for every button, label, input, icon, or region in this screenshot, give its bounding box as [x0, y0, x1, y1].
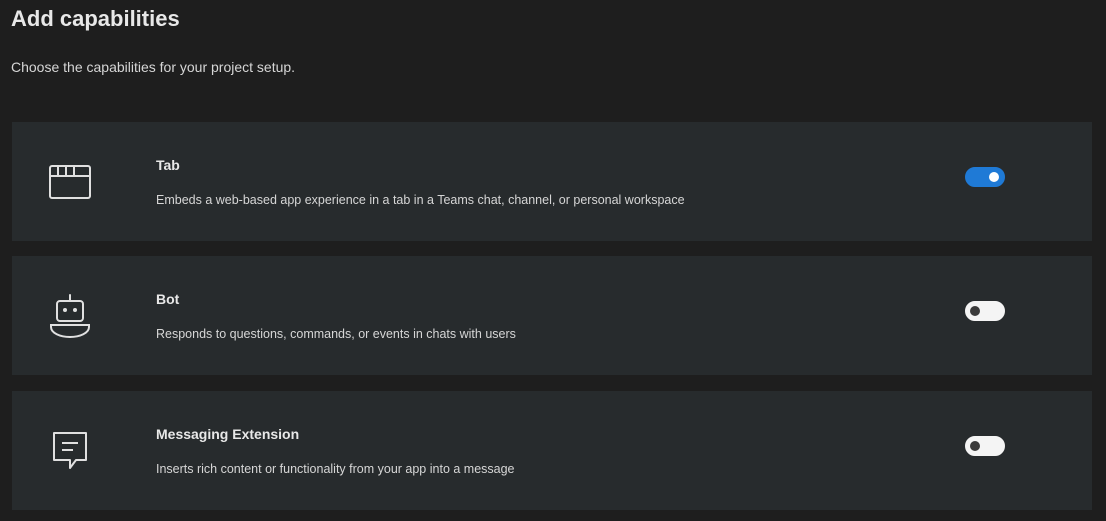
page-subtitle: Choose the capabilities for your project…: [11, 59, 296, 75]
capability-title-messaging-extension: Messaging Extension: [156, 426, 300, 442]
message-icon: [46, 427, 94, 475]
tab-icon: [46, 158, 94, 206]
add-capabilities-page: Add capabilities Choose the capabilities…: [0, 0, 1106, 521]
toggle-knob: [989, 172, 999, 182]
toggle-knob: [970, 441, 980, 451]
page-title: Add capabilities: [11, 6, 180, 31]
capability-card-messaging-extension: Messaging Extension Inserts rich content…: [12, 391, 1092, 510]
capability-description-bot: Responds to questions, commands, or even…: [156, 327, 516, 341]
bot-toggle[interactable]: [965, 301, 1005, 321]
capability-description-tab: Embeds a web-based app experience in a t…: [156, 193, 685, 207]
capability-title-tab: Tab: [156, 157, 180, 173]
capability-description-messaging-extension: Inserts rich content or functionality fr…: [156, 462, 515, 476]
capability-card-bot: Bot Responds to questions, commands, or …: [12, 256, 1092, 375]
capability-card-tab: Tab Embeds a web-based app experience in…: [12, 122, 1092, 241]
bot-icon: [46, 292, 94, 340]
tab-toggle[interactable]: [965, 167, 1005, 187]
capability-title-bot: Bot: [156, 291, 180, 307]
messaging-extension-toggle[interactable]: [965, 436, 1005, 456]
toggle-knob: [970, 306, 980, 316]
